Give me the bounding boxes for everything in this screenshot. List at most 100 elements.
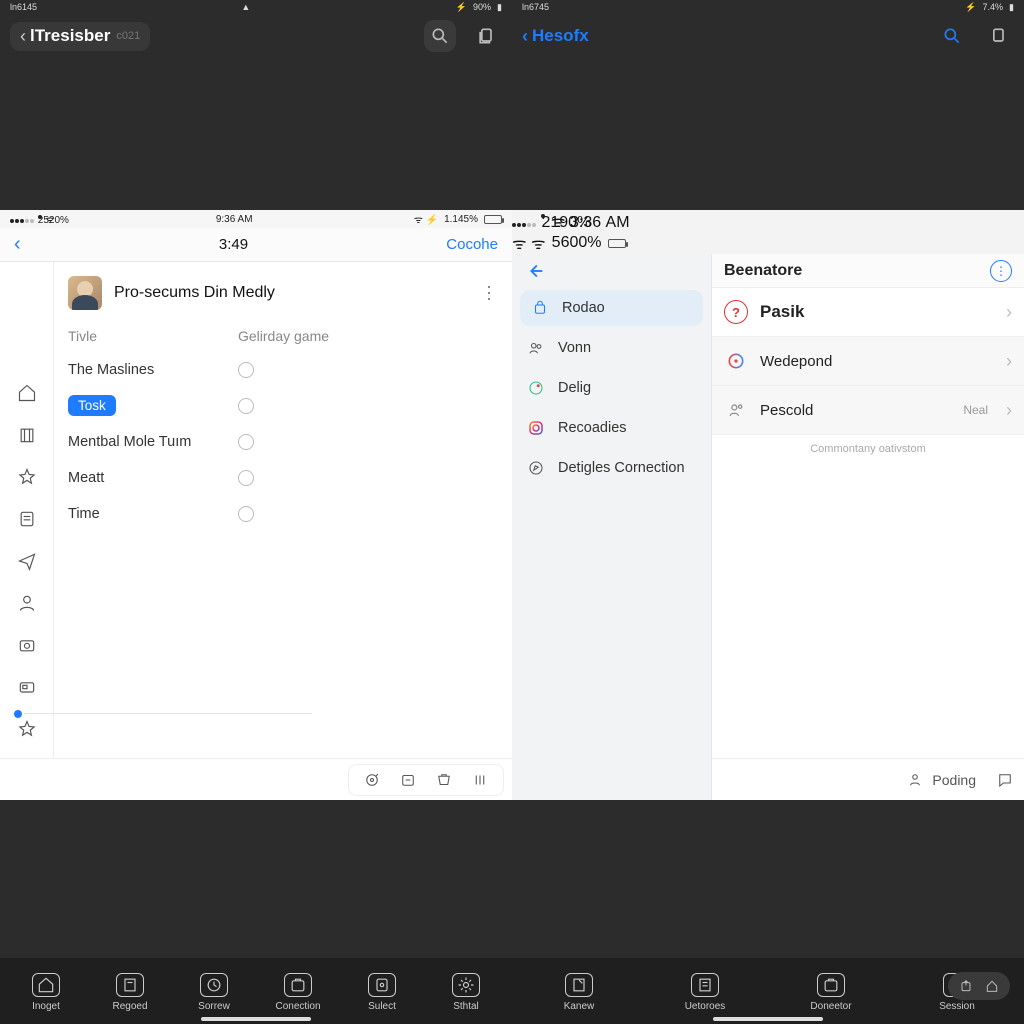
home-small-icon [984,978,1000,994]
avatar[interactable] [68,276,102,310]
nav-column: Rodao Vonn Delig Recoadies Detigles Corn… [512,254,712,800]
detail-row-pescold[interactable]: Pescold Neal › [712,386,1024,435]
chevron-right-icon: › [1006,351,1012,372]
menu-delig[interactable]: Delig [512,368,711,408]
radio-icon[interactable] [238,506,254,522]
device-time: ln6145 [10,2,37,12]
right-screen: ln6745 ⚡ 7.4% ▮ ‹ Hesofx 2190% ᯤ 3:36 AM… [512,0,1024,1024]
archive-icon[interactable] [399,771,417,789]
col-b: Gelirday game [238,328,512,344]
inner-net: 1.145% [444,214,478,225]
person-name: Pro-secums Din Medly [114,284,467,302]
menu-rodao[interactable]: Rodao [520,290,703,326]
progress-dot [14,710,22,718]
floating-action-pill[interactable] [948,972,1010,1000]
person-row: Pro-secums Din Medly ⋯ [54,262,512,328]
person-icon[interactable] [16,592,38,614]
radio-icon[interactable] [238,398,254,414]
export-icon [958,978,974,994]
cart-icon[interactable] [435,771,453,789]
badge-new: Neal [963,403,988,417]
target-icon[interactable] [363,771,381,789]
bottom-tab-bar: Inoget Regoed Sorrew Conection Sulect St… [0,958,512,1024]
chip[interactable]: Tosk [68,395,116,416]
app-header: ‹ lTresisber c021 [0,14,512,58]
signal-dots-icon: 2520% ᯤ [10,212,55,226]
panel-footer [0,758,512,800]
question-icon: ? [724,300,748,324]
signal-dots-icon: 2190% ᯤ [512,214,566,231]
header-title: Hesofx [532,26,589,46]
bottom-tab-bar: Kanew Uetoroes Doneetor Session [512,958,1024,1024]
tab-regoed[interactable]: Regoed [88,973,172,1012]
battery-icon: ▮ [497,2,502,13]
person-icon [906,771,924,789]
menu-detigles[interactable]: Detigles Cornection [512,448,711,488]
comment-icon[interactable] [996,771,1014,789]
star2-icon[interactable] [16,718,38,740]
panel-nav-action[interactable]: Cocohe [446,236,498,253]
detail-row-pasik[interactable]: ? Pasik › [712,288,1024,337]
inner-clock: 9:36 AM [216,214,253,225]
header-title: lTresisber [30,26,110,46]
card-icon[interactable] [16,676,38,698]
navcol-back[interactable] [512,254,711,288]
search-button[interactable] [424,20,456,52]
bag-icon [530,298,550,318]
tab-uetoroes[interactable]: Uetoroes [642,973,768,1012]
tab-inoget[interactable]: Inoget [4,973,88,1012]
search-button[interactable] [936,20,968,52]
share-button[interactable] [982,20,1014,52]
menu-recoadies[interactable]: Recoadies [512,408,711,448]
header-title-chip[interactable]: ‹ lTresisber c021 [10,22,150,51]
detail-caption: Commontany oativstom [712,435,1024,463]
note-icon[interactable] [16,508,38,530]
tab-doneetor[interactable]: Doneetor [768,973,894,1012]
share-button[interactable] [470,20,502,52]
tab-sthtal[interactable]: Sthtal [424,973,508,1012]
header-title-chip[interactable]: ‹ Hesofx [522,26,589,47]
list-row[interactable]: Tosk [54,388,512,424]
home-indicator [201,1017,311,1021]
kebab-icon[interactable]: ⋯ [478,284,499,303]
send-icon[interactable] [16,550,38,572]
radio-icon[interactable] [238,362,254,378]
detail-header: Beenatore ⋮ [712,254,1024,288]
menu-vonn[interactable]: Vonn [512,328,711,368]
back-icon[interactable]: ‹ [522,26,528,47]
people-icon [724,398,748,422]
battery-pct: 7.4% [983,2,1004,12]
radio-icon[interactable] [238,470,254,486]
tab-sorrew[interactable]: Sorrew [172,973,256,1012]
app-header: ‹ Hesofx [512,14,1024,58]
device-status-bar: ln6745 ⚡ 7.4% ▮ [512,0,1024,14]
tab-kanew[interactable]: Kanew [516,973,642,1012]
gauge-icon [724,349,748,373]
list-row[interactable]: Time [54,496,512,532]
inner-net: 5600% [552,234,602,252]
battery-pct: 90% [473,2,491,12]
copy-icon [988,26,1008,46]
copy-icon [476,26,496,46]
progress-line [24,713,312,714]
tab-conection[interactable]: Conection [256,973,340,1012]
inner-panel-right: 2190% ᯤ 3:36 AM ᯤ ᯤ5600% Rodao Vonn [512,210,1024,800]
tab-sulect[interactable]: Sulect [340,973,424,1012]
star-icon[interactable] [16,466,38,488]
list-row[interactable]: The Maslines [54,352,512,388]
bars-icon[interactable] [471,771,489,789]
building-icon[interactable] [16,424,38,446]
globe-icon [526,378,546,398]
poding-button[interactable]: Poding [906,771,976,789]
camera-icon[interactable] [16,634,38,656]
detail-row-wedepond[interactable]: Wedepond › [712,337,1024,386]
info-button[interactable]: ⋮ [990,260,1012,282]
list-row[interactable]: Meatt [54,460,512,496]
list-row[interactable]: Mentbal Mole Tuım [54,424,512,460]
back-icon[interactable]: ‹ [20,26,26,47]
instagram-icon [526,418,546,438]
left-screen: ln6145 ▲ ⚡ 90% ▮ ‹ lTresisber c021 2520%… [0,0,512,1024]
home-icon[interactable] [16,382,38,404]
panel-back-icon[interactable]: ‹ [14,233,21,256]
radio-icon[interactable] [238,434,254,450]
